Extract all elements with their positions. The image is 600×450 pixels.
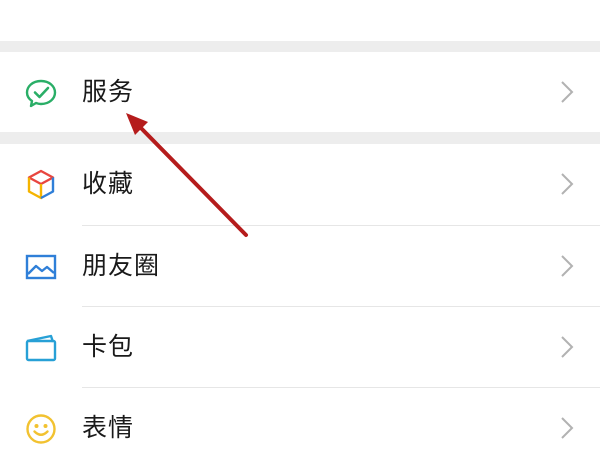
menu-item-label: 收藏 [82,169,135,198]
card-wallet-icon [24,331,58,365]
service-check-icon [24,76,58,110]
chevron-right-icon [560,80,574,104]
menu-item-label: 服务 [82,77,135,106]
menu-item-stickers[interactable]: 表情 [0,388,600,450]
me-page-menu: 服务 收藏 朋友圈 卡包 表情 [0,0,600,450]
menu-item-favorites[interactable]: 收藏 [0,144,600,224]
chevron-right-icon [560,335,574,359]
section-gap-top [0,41,600,52]
chevron-right-icon [560,254,574,278]
menu-item-moments[interactable]: 朋友圈 [0,226,600,306]
smiley-face-icon [24,412,58,446]
chevron-right-icon [560,416,574,440]
menu-item-label: 卡包 [82,332,135,361]
menu-item-service[interactable]: 服务 [0,52,600,132]
menu-item-card-wallet[interactable]: 卡包 [0,307,600,387]
section-gap-middle [0,132,600,144]
chevron-right-icon [560,172,574,196]
menu-item-label: 表情 [82,413,135,442]
moments-picture-icon [24,250,58,284]
menu-item-label: 朋友圈 [82,251,161,280]
favorites-cube-icon [24,168,58,202]
